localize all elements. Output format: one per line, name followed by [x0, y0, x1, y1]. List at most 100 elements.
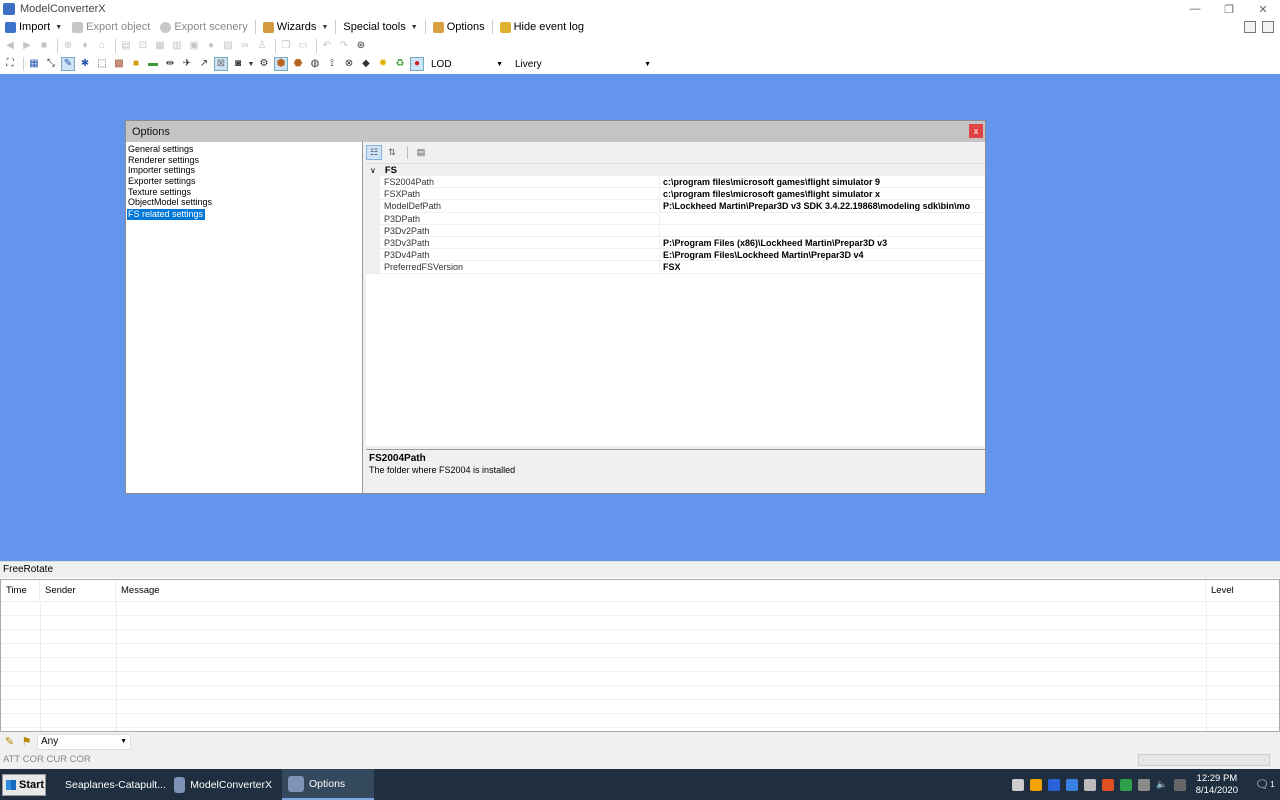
tray-drive-icon[interactable] — [1083, 778, 1096, 791]
clock[interactable]: 12:29 PM 8/14/2020 — [1196, 773, 1238, 797]
settings-list-item[interactable]: Texture settings — [127, 187, 361, 198]
filter-icon[interactable]: ⚑ — [20, 735, 33, 748]
menu-wizards[interactable]: Wizards ▼ — [258, 18, 334, 36]
categorized-icon[interactable]: ☷ — [366, 145, 382, 160]
property-value[interactable] — [660, 213, 985, 224]
table-icon[interactable]: ▥ — [170, 39, 184, 53]
sphere-view-icon[interactable]: ◍ — [308, 57, 322, 71]
copy-icon[interactable]: ❐ — [279, 39, 293, 53]
property-row[interactable]: P3DPath — [366, 212, 985, 225]
menu-special-tools[interactable]: Special tools ▼ — [338, 18, 422, 36]
camera-icon[interactable]: ◙ — [231, 57, 245, 71]
back-icon[interactable]: ◀ — [3, 39, 17, 53]
column-sender[interactable]: Sender — [40, 580, 116, 601]
forward-icon[interactable]: ▶ — [20, 39, 34, 53]
column-message[interactable]: Message — [116, 580, 1206, 601]
recycle-icon[interactable]: ♻ — [393, 57, 407, 71]
restore-button[interactable]: ❐ — [1212, 0, 1246, 18]
ball-icon[interactable]: ⊗ — [342, 57, 356, 71]
tray-cloud-icon[interactable] — [1065, 778, 1078, 791]
column-level[interactable]: Level — [1206, 580, 1279, 601]
edit-icon[interactable]: ✎ — [3, 735, 16, 748]
redo-icon[interactable]: ↷ — [337, 39, 351, 53]
scale-icon[interactable]: ⤡ — [44, 57, 58, 71]
close-window-button[interactable]: ✕ — [1246, 0, 1280, 18]
property-row[interactable]: P3Dv3Path P:\Program Files (x86)\Lockheed… — [366, 236, 985, 250]
find-icon[interactable]: ⊡ — [136, 39, 150, 53]
zoom-icon[interactable]: ⊕ — [61, 39, 75, 53]
property-row[interactable]: P3Dv2Path — [366, 224, 985, 237]
property-category[interactable]: ∨ FS — [366, 164, 985, 176]
property-row[interactable]: PreferredFSVersion FSX — [366, 261, 985, 274]
settings-list-item[interactable]: ObjectModel settings — [127, 197, 361, 208]
tray-network-icon[interactable] — [1119, 778, 1132, 791]
layout-icon[interactable] — [1262, 21, 1274, 33]
menu-export-object[interactable]: Export object — [67, 18, 155, 36]
material-icon[interactable]: ▨ — [221, 39, 235, 53]
menu-options[interactable]: Options — [428, 18, 490, 36]
gear-icon[interactable]: ⚙ — [257, 57, 271, 71]
camera-dropdown-icon[interactable]: ▼ — [248, 57, 255, 71]
level-filter-combobox[interactable]: Any ▼ — [37, 733, 131, 750]
ruler-icon[interactable]: ✎ — [61, 57, 75, 71]
person-icon[interactable]: ♙ — [255, 39, 269, 53]
attach-icon[interactable]: ⇹ — [163, 57, 177, 71]
menu-import[interactable]: Import ▼ — [0, 18, 67, 36]
livery-combobox[interactable]: Livery ▼ — [511, 56, 655, 72]
material-view-icon[interactable]: ■ — [129, 57, 143, 71]
property-pages-icon[interactable]: ▤ — [413, 145, 429, 160]
tray-red-icon[interactable] — [1101, 778, 1114, 791]
link-icon[interactable]: ∞ — [238, 39, 252, 53]
grid-icon[interactable]: ▦ — [153, 39, 167, 53]
pin-icon[interactable]: ♦ — [78, 39, 92, 53]
task-browser[interactable]: Seaplanes-Catapult... — [54, 769, 166, 800]
pointer-icon[interactable]: ↗ — [197, 57, 211, 71]
stop-icon[interactable]: ■ — [37, 39, 51, 53]
list-icon[interactable]: ▤ — [119, 39, 133, 53]
aircraft-icon[interactable]: ✈ — [180, 57, 194, 71]
select-icon[interactable]: ⛶ — [3, 57, 17, 71]
start-button[interactable]: Start — [2, 773, 46, 796]
settings-list-item[interactable]: General settings — [127, 144, 361, 155]
tray-app-icon[interactable] — [1011, 778, 1024, 791]
sphere-icon[interactable]: ● — [204, 39, 218, 53]
property-row[interactable]: FS2004Path c:\program files\microsoft gam… — [366, 176, 985, 189]
tree-icon[interactable]: ⌂ — [95, 39, 109, 53]
settings-list-item[interactable]: FS related settings — [127, 209, 206, 220]
property-value[interactable] — [660, 225, 985, 236]
property-value[interactable]: P:\Program Files (x86)\Lockheed Martin\P… — [660, 237, 985, 248]
undo-icon[interactable]: ↶ — [320, 39, 334, 53]
wireframe-icon[interactable]: ⊠ — [214, 57, 228, 71]
tray-folder-icon[interactable] — [1029, 778, 1042, 791]
property-value[interactable]: c:\program files\microsoft games\flight … — [660, 176, 985, 187]
keyboard-icon[interactable] — [1173, 778, 1186, 791]
task-options[interactable]: Options — [282, 769, 374, 800]
dialog-close-button[interactable]: x — [969, 124, 983, 138]
settings-list-item[interactable]: Exporter settings — [127, 176, 361, 187]
terrain-icon[interactable]: ▬ — [146, 57, 160, 71]
grid-view-icon[interactable]: ▦ — [27, 57, 41, 71]
menu-hide-event-log[interactable]: Hide event log — [495, 18, 589, 36]
chevron-down-icon[interactable]: ∨ — [370, 166, 376, 175]
help-icon[interactable]: ⊛ — [354, 39, 368, 53]
property-value[interactable]: E:\Program Files\Lockheed Martin\Prepar3… — [660, 249, 985, 260]
volume-icon[interactable]: 🔈 — [1156, 779, 1168, 791]
property-value[interactable]: FSX — [660, 261, 985, 272]
lod-combobox[interactable]: LOD ▼ — [427, 56, 507, 72]
frame-icon[interactable]: ▣ — [187, 39, 201, 53]
cube-icon[interactable]: ⬣ — [291, 57, 305, 71]
object-icon[interactable]: ◆ — [359, 57, 373, 71]
notification-button[interactable]: 🗨 1 — [1250, 769, 1280, 800]
light-icon[interactable]: ✹ — [376, 57, 390, 71]
shield-icon[interactable]: ⬢ — [274, 57, 288, 71]
nodes-icon[interactable]: ✱ — [78, 57, 92, 71]
box-icon[interactable]: ⬚ — [95, 57, 109, 71]
event-log-rows[interactable] — [1, 602, 1279, 731]
panel-icon[interactable] — [1244, 21, 1256, 33]
property-row[interactable]: P3Dv4Path E:\Program Files\Lockheed Marti… — [366, 249, 985, 262]
tray-usb-icon[interactable] — [1137, 778, 1150, 791]
settings-list-item[interactable]: Renderer settings — [127, 155, 361, 166]
property-row[interactable]: ModelDefPath P:\Lockheed Martin\Prepar3D … — [366, 200, 985, 213]
tray-m-icon[interactable] — [1047, 778, 1060, 791]
property-value[interactable]: c:\program files\microsoft games\flight … — [660, 188, 985, 199]
